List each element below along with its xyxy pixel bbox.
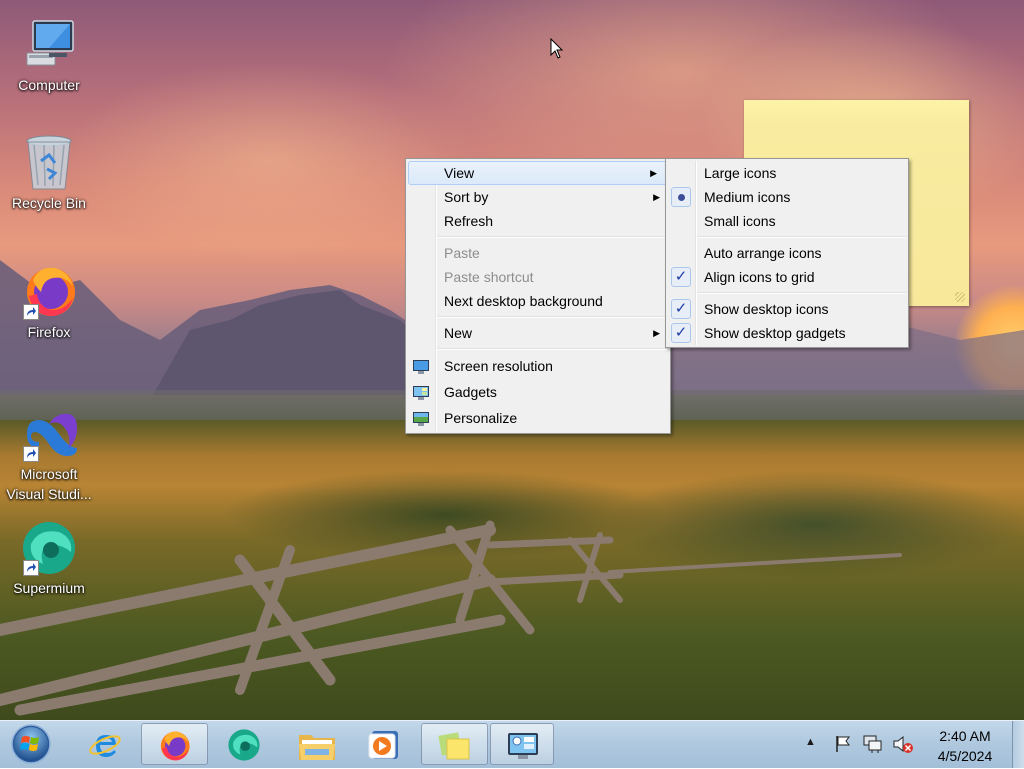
menu-item-label: Screen resolution bbox=[444, 358, 553, 374]
media-player-icon bbox=[368, 731, 398, 759]
submenu-arrow-icon: ▶ bbox=[653, 328, 660, 338]
gadgets-icon bbox=[412, 383, 430, 400]
internet-explorer-icon bbox=[89, 735, 121, 757]
clock-time: 2:40 AM bbox=[939, 728, 991, 744]
checkmark-icon: ✓ bbox=[671, 299, 691, 319]
menu-item-label: Paste bbox=[444, 245, 480, 261]
show-hidden-icons-chevron-icon[interactable]: ▲ bbox=[805, 736, 816, 748]
windows-logo-icon bbox=[11, 724, 51, 764]
submenu-item-auto-arrange-icons[interactable]: Auto arrange icons bbox=[666, 241, 908, 265]
submenu-item-label: Align icons to grid bbox=[704, 269, 815, 285]
shortcut-arrow-icon bbox=[23, 560, 39, 576]
taskbar: ▲ bbox=[0, 720, 1024, 768]
menu-item-label: New bbox=[444, 325, 473, 341]
shortcut-arrow-icon bbox=[23, 446, 39, 462]
screen-resolution-icon bbox=[412, 357, 430, 374]
taskbar-app-supermium[interactable] bbox=[212, 723, 276, 765]
menu-item-view[interactable]: View ▶ bbox=[408, 161, 668, 185]
menu-item-paste-shortcut: Paste shortcut bbox=[406, 265, 670, 289]
firefox-icon bbox=[19, 262, 79, 322]
submenu-arrow-icon: ▶ bbox=[653, 192, 660, 202]
submenu-item-large-icons[interactable]: Large icons bbox=[666, 161, 908, 185]
view-submenu: Large icons Medium icons Small icons Aut… bbox=[665, 158, 909, 348]
recycle-bin-icon bbox=[19, 133, 79, 193]
taskbar-app-gadgets[interactable] bbox=[490, 723, 554, 765]
desktop-icon-supermium[interactable]: Supermium bbox=[1, 518, 97, 598]
menu-item-screen-resolution[interactable]: Screen resolution bbox=[406, 353, 670, 379]
menu-separator bbox=[437, 236, 668, 238]
checkmark-icon: ✓ bbox=[671, 267, 691, 287]
submenu-item-show-desktop-gadgets[interactable]: ✓ Show desktop gadgets bbox=[666, 321, 908, 345]
menu-separator bbox=[437, 316, 668, 318]
submenu-item-label: Show desktop icons bbox=[704, 301, 829, 317]
menu-item-label: View bbox=[444, 165, 475, 181]
submenu-item-show-desktop-icons[interactable]: ✓ Show desktop icons bbox=[666, 297, 908, 321]
menu-separator bbox=[697, 292, 906, 294]
taskbar-app-sticky-notes[interactable] bbox=[421, 723, 488, 765]
computer-icon bbox=[19, 15, 79, 75]
submenu-item-label: Show desktop gadgets bbox=[704, 325, 846, 341]
submenu-item-label: Auto arrange icons bbox=[704, 245, 822, 261]
taskbar-app-internet-explorer[interactable] bbox=[72, 723, 136, 765]
show-desktop-button[interactable] bbox=[1012, 721, 1024, 768]
menu-item-label: Paste shortcut bbox=[444, 269, 534, 285]
desktop-icon-label: Computer bbox=[18, 77, 80, 93]
desktop-icon-label: Firefox bbox=[27, 324, 71, 340]
menu-item-label: Sort by bbox=[444, 189, 489, 205]
taskbar-app-firefox[interactable] bbox=[141, 723, 208, 765]
desktop-icon-computer[interactable]: Computer bbox=[1, 15, 97, 95]
menu-separator bbox=[697, 236, 906, 238]
submenu-item-small-icons[interactable]: Small icons bbox=[666, 209, 908, 233]
submenu-item-label: Medium icons bbox=[704, 189, 791, 205]
menu-item-sort-by[interactable]: Sort by ▶ bbox=[406, 185, 670, 209]
desktop-icon-recycle-bin[interactable]: Recycle Bin bbox=[1, 133, 97, 213]
supermium-icon bbox=[19, 518, 79, 578]
volume-muted-icon[interactable] bbox=[892, 734, 914, 754]
firefox-icon bbox=[160, 731, 190, 761]
start-button[interactable] bbox=[8, 723, 54, 765]
menu-item-next-desktop-background[interactable]: Next desktop background bbox=[406, 289, 670, 313]
desktop-icon-label: Supermium bbox=[13, 580, 85, 596]
checkmark-icon: ✓ bbox=[671, 323, 691, 343]
visual-studio-icon bbox=[19, 404, 79, 464]
menu-item-personalize[interactable]: Personalize bbox=[406, 405, 670, 431]
submenu-arrow-icon: ▶ bbox=[650, 168, 657, 178]
taskbar-app-file-explorer[interactable] bbox=[283, 723, 347, 765]
menu-separator bbox=[437, 348, 668, 350]
menu-item-label: Personalize bbox=[444, 410, 518, 426]
desktop-icon-label: Recycle Bin bbox=[12, 195, 86, 211]
desktop-icon-visual-studio[interactable]: Microsoft Visual Studi... bbox=[1, 404, 97, 504]
menu-item-label: Refresh bbox=[444, 213, 494, 229]
menu-item-refresh[interactable]: Refresh bbox=[406, 209, 670, 233]
menu-item-paste: Paste bbox=[406, 241, 670, 265]
submenu-item-medium-icons[interactable]: Medium icons bbox=[666, 185, 908, 209]
taskbar-clock[interactable]: 2:40 AM 4/5/2024 bbox=[926, 726, 1004, 766]
action-center-flag-icon[interactable] bbox=[834, 735, 852, 753]
supermium-icon bbox=[228, 729, 260, 761]
menu-item-gadgets[interactable]: Gadgets bbox=[406, 379, 670, 405]
menu-item-label: Gadgets bbox=[444, 384, 497, 400]
personalize-icon bbox=[412, 409, 430, 426]
desktop-icon-label-line1: Microsoft bbox=[20, 466, 78, 482]
menu-item-label: Next desktop background bbox=[444, 293, 603, 309]
desktop-icon-label-line2: Visual Studi... bbox=[6, 486, 92, 502]
submenu-item-align-icons-to-grid[interactable]: ✓ Align icons to grid bbox=[666, 265, 908, 289]
menu-item-new[interactable]: New ▶ bbox=[406, 321, 670, 345]
submenu-item-label: Large icons bbox=[704, 165, 777, 181]
desktop-icon-firefox[interactable]: Firefox bbox=[1, 262, 97, 342]
wooden-fence bbox=[0, 520, 902, 716]
network-icon[interactable] bbox=[862, 734, 884, 754]
folder-icon bbox=[299, 735, 335, 760]
mouse-cursor-icon bbox=[550, 38, 564, 59]
desktop-context-menu: View ▶ Sort by ▶ Refresh Paste Paste sho… bbox=[405, 158, 671, 434]
gadgets-icon bbox=[508, 733, 538, 759]
sticky-notes-icon bbox=[438, 732, 470, 760]
shortcut-arrow-icon bbox=[23, 304, 39, 320]
clock-date: 4/5/2024 bbox=[937, 748, 993, 764]
taskbar-app-media-player[interactable] bbox=[352, 723, 416, 765]
submenu-item-label: Small icons bbox=[704, 213, 776, 229]
resize-grip[interactable] bbox=[955, 292, 965, 302]
radio-selected-icon bbox=[671, 187, 691, 207]
